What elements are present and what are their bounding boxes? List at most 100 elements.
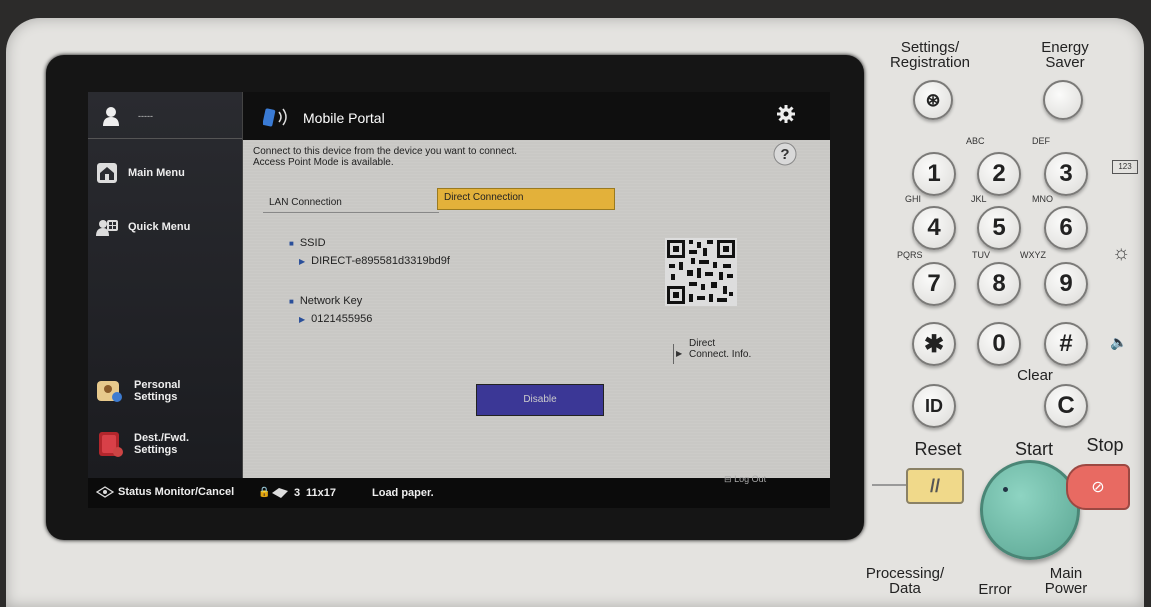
network-key-label: ■ Network Key	[289, 295, 363, 307]
clear-button[interactable]: C	[1044, 384, 1088, 428]
logout-button[interactable]: ⊟ Log Out	[724, 474, 766, 485]
title-bar: Mobile Portal	[243, 92, 830, 140]
sidebar-item-label: Main Menu	[128, 167, 185, 179]
settings-registration-button[interactable]: ⊛	[913, 80, 953, 120]
energy-saver-button[interactable]	[1043, 80, 1083, 120]
main-power-label: Main Power	[1044, 565, 1088, 597]
reset-icon: //	[929, 475, 940, 496]
qr-code	[665, 238, 737, 306]
key-7[interactable]: 7	[912, 262, 956, 306]
reset-label: Reset	[914, 439, 962, 459]
key-letters: ABC	[966, 136, 985, 146]
key-letters: TUV	[972, 250, 990, 260]
key-label: ID	[925, 395, 943, 416]
key-label: 4	[927, 214, 941, 241]
key-0[interactable]: 0	[977, 322, 1021, 366]
direct-info-line-2: Connect. Info.	[689, 349, 752, 360]
key-label: #	[1059, 330, 1073, 357]
key-label: 3	[1059, 160, 1073, 187]
personal-settings-icon	[96, 378, 124, 404]
mobile-portal-icon	[263, 108, 287, 127]
sidebar-item-label: Dest./Fwd. Settings	[134, 432, 190, 456]
svg-text:?: ?	[780, 146, 789, 163]
disable-button[interactable]: Disable	[476, 384, 604, 416]
logout-label: Log Out	[734, 474, 767, 484]
user-label: -----	[138, 111, 153, 121]
sidebar-item-dest-fwd-settings[interactable]: Dest./Fwd. Settings	[96, 430, 196, 458]
sidebar-item-quick-menu[interactable]: Quick Menu	[96, 216, 190, 238]
ssid-value: ▶ DIRECT-e895581d3319bd9f	[299, 255, 450, 267]
paper-count: 3	[294, 487, 301, 499]
clear-label: Clear	[1017, 367, 1053, 384]
direct-connect-info-button[interactable]: ▶ Direct Connect. Info.	[673, 338, 773, 368]
home-icon	[96, 162, 118, 184]
reset-button[interactable]: //	[906, 468, 964, 504]
user-icon	[103, 107, 119, 126]
key-hash[interactable]: #	[1044, 322, 1088, 366]
key-label: 7	[927, 270, 941, 297]
tab-direct-connection[interactable]: Direct Connection	[437, 188, 615, 210]
moon-icon	[1056, 91, 1066, 109]
key-8[interactable]: 8	[977, 262, 1021, 306]
arrow-icon: ▶	[299, 257, 306, 266]
stop-button[interactable]: ⊘	[1066, 464, 1130, 510]
ssid-label: ■ SSID	[289, 237, 326, 249]
logout-icon: ⊟	[724, 474, 732, 484]
key-1[interactable]: 1	[912, 152, 956, 196]
key-5[interactable]: 5	[977, 206, 1021, 250]
reset-line	[872, 484, 906, 486]
key-label: C	[1057, 392, 1075, 419]
key-9[interactable]: 9	[1044, 262, 1088, 306]
key-letters: WXYZ	[1020, 250, 1046, 260]
help-icon[interactable]: ?	[773, 142, 797, 166]
key-label: 6	[1059, 214, 1073, 241]
tab-lan-connection[interactable]: LAN Connection	[263, 194, 439, 213]
id-button[interactable]: ID	[912, 384, 956, 428]
key-label: 9	[1059, 270, 1073, 297]
lock-icon: 🔒	[258, 487, 271, 498]
page-title: Mobile Portal	[303, 110, 385, 126]
key-6[interactable]: 6	[1044, 206, 1088, 250]
user-area[interactable]: -----	[88, 92, 242, 139]
status-bar: Status Monitor/Cancel 🔒 3 11x17 Load pap…	[88, 474, 830, 508]
chevron-right-icon: ▶	[673, 344, 686, 364]
start-indicator-icon	[1003, 487, 1008, 492]
key-label: 5	[992, 214, 1006, 241]
tab-label: Direct Connection	[444, 192, 524, 203]
touch-screen: ----- Main Menu Quick Menu Personal Sett…	[88, 92, 830, 508]
paper-icon	[272, 488, 288, 498]
key-letters: GHI	[905, 194, 922, 204]
key-2[interactable]: 2	[977, 152, 1021, 196]
network-key-value: ▶ 0121455956	[299, 313, 373, 325]
start-label: Start	[1014, 439, 1053, 459]
key-letters: PQRS	[897, 250, 923, 260]
key-4[interactable]: 4	[912, 206, 956, 250]
direct-info-line-1: Direct	[689, 338, 716, 349]
instruction-text: Connect to this device from the device y…	[253, 146, 517, 168]
status-message: Load paper.	[372, 487, 434, 499]
error-label: Error	[978, 581, 1012, 598]
key-label: ✱	[923, 330, 945, 358]
key-label: 8	[992, 270, 1006, 297]
start-button[interactable]	[980, 460, 1080, 560]
key-3[interactable]: 3	[1044, 152, 1088, 196]
energy-saver-label: Energy Saver	[1041, 39, 1089, 71]
sidebar-item-label: Quick Menu	[128, 221, 191, 233]
gear-icon[interactable]	[776, 104, 796, 124]
bullet-icon: ■	[289, 239, 294, 248]
arrow-icon: ▶	[299, 315, 306, 324]
key-asterisk[interactable]: ✱	[912, 322, 956, 366]
sidebar-item-personal-settings[interactable]: Personal Settings	[96, 378, 196, 404]
mobile-portal-screen: Mobile Portal Connect to this device fro…	[243, 92, 830, 478]
counter-icon: 123	[1112, 160, 1138, 174]
brightness-icon[interactable]: ☼	[1112, 242, 1130, 265]
status-monitor-label: Status Monitor/Cancel	[118, 486, 235, 498]
settings-icon: ⊛	[925, 89, 941, 110]
status-monitor-button[interactable]: Status Monitor/Cancel	[96, 486, 234, 498]
instruction-line-2: Access Point Mode is available.	[253, 157, 394, 168]
volume-icon[interactable]: 🔈	[1110, 334, 1127, 351]
address-book-icon	[96, 430, 124, 458]
sidebar-item-main-menu[interactable]: Main Menu	[96, 162, 185, 184]
tab-label: LAN Connection	[269, 197, 342, 208]
quick-menu-icon	[96, 216, 118, 238]
